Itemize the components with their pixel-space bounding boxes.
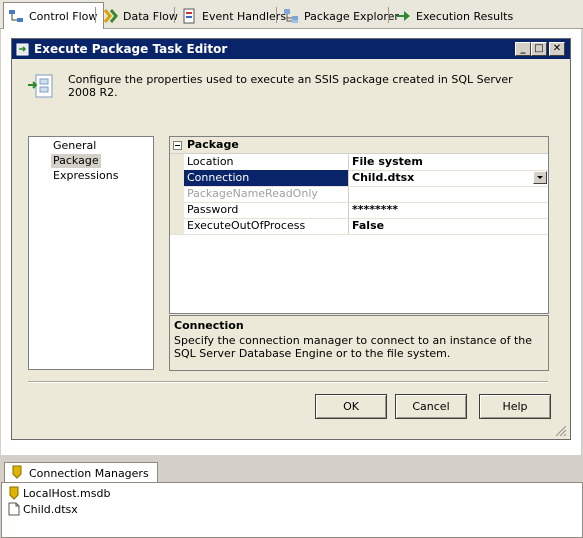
property-row-packagenamereadonly[interactable]: PackageNameReadOnly (170, 186, 548, 203)
property-grid: Package Location File system Connection … (169, 136, 549, 314)
property-row-location[interactable]: Location File system (170, 154, 548, 171)
package-explorer-icon (283, 8, 299, 24)
tab-label: Control Flow (29, 9, 98, 23)
property-name: Connection (184, 170, 349, 186)
tab-label: Event Handlers (202, 9, 287, 23)
tab-package-explorer[interactable]: Package Explorer (278, 3, 406, 29)
collapse-icon[interactable] (173, 140, 182, 153)
tab-control-flow[interactable]: Control Flow (3, 2, 105, 30)
property-description-text: Specify the connection manager to connec… (174, 334, 532, 360)
dialog-title: Execute Package Task Editor (34, 42, 228, 56)
minimize-button[interactable]: _ (515, 42, 531, 56)
connection-managers-list: LocalHost.msdb Child.dtsx (1, 482, 583, 538)
property-row-executeoutofprocess[interactable]: ExecuteOutOfProcess False (170, 218, 548, 235)
ok-button[interactable]: OK (315, 394, 387, 419)
tab-data-flow[interactable]: Data Flow (97, 3, 185, 29)
tab-label: Connection Managers (29, 466, 149, 480)
property-value[interactable]: ******** (349, 202, 548, 218)
row-gutter (170, 170, 184, 186)
tab-connection-managers[interactable]: Connection Managers (4, 462, 158, 483)
category-label: Package (187, 138, 239, 151)
property-name: ExecuteOutOfProcess (184, 218, 349, 234)
tab-label: Execution Results (416, 9, 514, 23)
designer-tab-bar: Control Flow Data Flow Event Handlers Pa… (0, 0, 583, 30)
cancel-button[interactable]: Cancel (395, 394, 467, 419)
connection-label: LocalHost.msdb (23, 486, 111, 500)
data-flow-icon (102, 8, 118, 24)
property-row-connection[interactable]: Connection Child.dtsx (170, 170, 548, 187)
category-row-package[interactable]: Package (170, 137, 548, 154)
help-button[interactable]: Help (479, 394, 551, 419)
property-name: Password (184, 202, 349, 218)
nav-item-expressions[interactable]: Expressions (51, 169, 120, 183)
tab-execution-results[interactable]: Execution Results (390, 3, 520, 29)
property-value[interactable]: False (349, 218, 548, 234)
tab-label: Data Flow (123, 9, 178, 23)
property-value (349, 186, 548, 202)
property-description-panel: Connection Specify the connection manage… (169, 315, 549, 371)
property-row-password[interactable]: Password ******** (170, 202, 548, 219)
tab-separator (388, 7, 389, 23)
dialog-description: Configure the properties used to execute… (68, 73, 513, 99)
divider (28, 381, 548, 383)
execute-package-task-editor-dialog: Execute Package Task Editor _ □ ✕ Config… (11, 38, 571, 440)
database-connection-icon (8, 486, 20, 500)
connection-item-localhost-msdb[interactable]: LocalHost.msdb (8, 485, 110, 501)
tab-separator (276, 7, 277, 23)
event-handlers-icon (181, 8, 197, 24)
property-value[interactable]: File system (349, 154, 548, 170)
row-gutter (170, 154, 184, 170)
task-icon (15, 41, 31, 60)
property-description-title: Connection (174, 319, 244, 332)
control-flow-icon (8, 8, 24, 24)
execute-package-icon (26, 71, 58, 106)
maximize-button[interactable]: □ (531, 42, 547, 56)
property-name: PackageNameReadOnly (184, 186, 349, 202)
connection-dropdown-button[interactable] (533, 171, 547, 184)
property-value[interactable]: Child.dtsx (349, 170, 548, 186)
connection-label: Child.dtsx (23, 502, 78, 516)
resize-grip-icon[interactable] (553, 423, 567, 437)
dialog-titlebar[interactable]: Execute Package Task Editor _ □ ✕ (12, 39, 570, 59)
connection-item-child-dtsx[interactable]: Child.dtsx (8, 501, 78, 517)
row-gutter (170, 186, 184, 202)
execution-results-icon (395, 8, 411, 24)
file-connection-icon (8, 502, 20, 516)
row-gutter (170, 218, 184, 234)
row-gutter (170, 202, 184, 218)
tab-separator (95, 7, 96, 23)
nav-item-package[interactable]: Package (51, 154, 101, 168)
close-button[interactable]: ✕ (549, 42, 565, 56)
tab-separator (174, 7, 175, 23)
nav-item-general[interactable]: General (51, 139, 98, 153)
connection-value[interactable]: Child.dtsx (352, 171, 414, 184)
tab-label: Package Explorer (304, 9, 399, 23)
page-nav-list: General Package Expressions (28, 136, 154, 370)
connection-managers-panel: Connection Managers LocalHost.msdb Child… (0, 456, 583, 538)
connection-managers-icon (11, 465, 23, 482)
property-name: Location (184, 154, 349, 170)
